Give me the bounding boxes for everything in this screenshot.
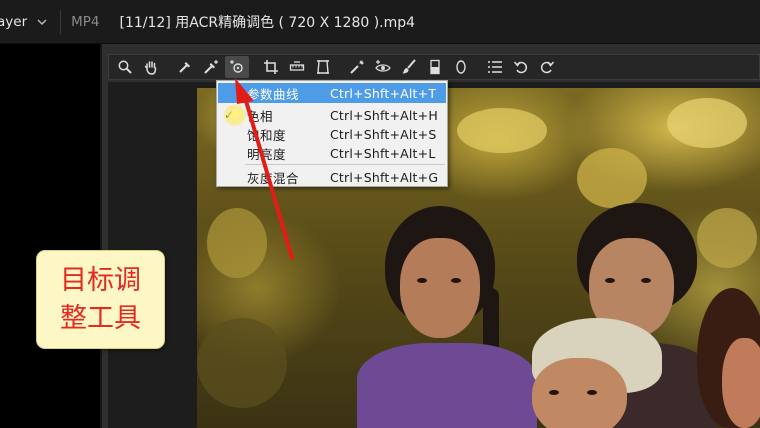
file-title: [11/12] 用ACR精确调色 ( 720 X 1280 ).mp4 — [119, 14, 416, 31]
radial-filter-icon[interactable] — [449, 56, 473, 78]
transform-icon[interactable] — [311, 56, 335, 78]
callout-line-1: 目标调 — [60, 264, 141, 296]
white-balance-icon[interactable] — [173, 56, 197, 78]
player-title-bar: ayer MP4 [11/12] 用ACR精确调色 ( 720 X 1280 )… — [0, 0, 760, 44]
menu-item-parametric-curve[interactable]: 参数曲线 Ctrl+Shft+Alt+T — [218, 83, 446, 103]
red-eye-icon[interactable] — [371, 56, 395, 78]
targeted-adjustment-icon[interactable] — [225, 56, 249, 78]
preferences-list-icon[interactable] — [483, 56, 507, 78]
rotate-right-icon[interactable] — [535, 56, 559, 78]
cursor-highlight — [224, 104, 246, 126]
acr-toolbar — [108, 54, 760, 80]
format-label: MP4 — [71, 13, 100, 30]
annotation-callout: 目标调 整工具 — [36, 250, 165, 349]
menu-item-grayscale-mix[interactable]: 灰度混合 Ctrl+Shft+Alt+G — [218, 167, 446, 187]
chevron-down-icon — [36, 16, 48, 28]
rotate-left-icon[interactable] — [509, 56, 533, 78]
player-menu-button[interactable]: ayer — [0, 0, 48, 43]
workspace-edge — [100, 44, 102, 428]
zoom-icon[interactable] — [113, 56, 137, 78]
spot-removal-icon[interactable] — [345, 56, 369, 78]
crop-icon[interactable] — [259, 56, 283, 78]
graduated-filter-icon[interactable] — [423, 56, 447, 78]
color-sampler-icon[interactable] — [199, 56, 223, 78]
straighten-icon[interactable] — [285, 56, 309, 78]
adjustment-brush-icon[interactable] — [397, 56, 421, 78]
callout-line-2: 整工具 — [60, 302, 141, 334]
menu-item-saturation[interactable]: 饱和度 Ctrl+Shft+Alt+S — [218, 124, 446, 144]
menu-item-hue[interactable]: ✓ 色相 Ctrl+Shft+Alt+H — [218, 105, 446, 125]
hand-icon[interactable] — [139, 56, 163, 78]
player-name: ayer — [0, 13, 28, 30]
tat-context-menu: 参数曲线 Ctrl+Shft+Alt+T ✓ 色相 Ctrl+Shft+Alt+… — [216, 80, 448, 187]
menu-divider — [245, 164, 445, 165]
title-divider — [60, 9, 62, 34]
menu-item-luminance[interactable]: 明亮度 Ctrl+Shft+Alt+L — [218, 143, 446, 163]
